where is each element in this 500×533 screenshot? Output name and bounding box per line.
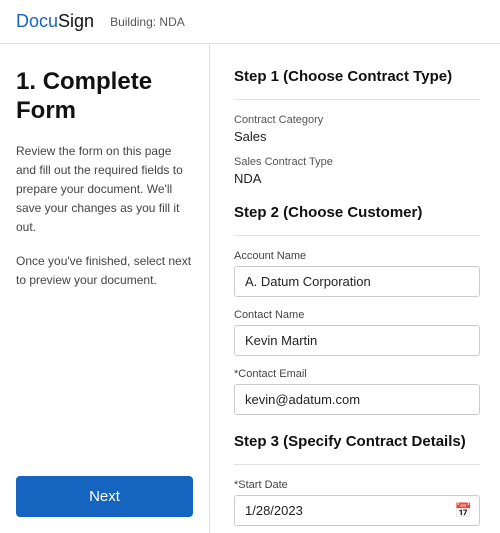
start-date-group: *Start Date 📅 — [234, 479, 480, 526]
contact-name-group: Contact Name — [234, 309, 480, 356]
left-panel: 1. Complete Form Review the form on this… — [0, 44, 210, 533]
contact-name-input[interactable] — [234, 325, 480, 356]
contract-category-value: Sales — [234, 129, 480, 144]
contact-email-group: *Contact Email — [234, 368, 480, 415]
start-date-label: *Start Date — [234, 479, 480, 491]
step2-divider — [234, 235, 480, 236]
account-name-input[interactable] — [234, 266, 480, 297]
left-panel-content: 1. Complete Form Review the form on this… — [16, 68, 193, 304]
sales-contract-type-label: Sales Contract Type — [234, 156, 480, 168]
contact-name-label: Contact Name — [234, 309, 480, 321]
start-date-input[interactable] — [234, 495, 480, 526]
app-header: DocuSign Building: NDA — [0, 0, 500, 44]
contract-category-label: Contract Category — [234, 114, 480, 126]
main-layout: 1. Complete Form Review the form on this… — [0, 44, 500, 533]
step2-section: Step 2 (Choose Customer) Account Name Co… — [234, 204, 480, 415]
step-number: 1. — [16, 68, 36, 95]
step3-divider — [234, 464, 480, 465]
sales-contract-type-value: NDA — [234, 171, 480, 186]
header-subtitle: Building: NDA — [110, 15, 185, 29]
step2-heading: Step 2 (Choose Customer) — [234, 204, 480, 221]
step1-divider — [234, 99, 480, 100]
step-description-1: Review the form on this page and fill ou… — [16, 142, 193, 238]
contact-email-label: *Contact Email — [234, 368, 480, 380]
step1-heading: Step 1 (Choose Contract Type) — [234, 68, 480, 85]
step-title: 1. Complete Form — [16, 68, 193, 126]
account-name-group: Account Name — [234, 250, 480, 297]
account-name-label: Account Name — [234, 250, 480, 262]
date-input-wrapper: 📅 — [234, 495, 480, 526]
contact-email-input[interactable] — [234, 384, 480, 415]
step-description-2: Once you've finished, select next to pre… — [16, 252, 193, 290]
right-panel: Step 1 (Choose Contract Type) Contract C… — [210, 44, 500, 533]
docusign-logo: DocuSign — [16, 11, 94, 32]
step3-heading: Step 3 (Specify Contract Details) — [234, 433, 480, 450]
next-button[interactable]: Next — [16, 476, 193, 517]
step-title-text: Complete Form — [16, 68, 152, 124]
step1-section: Step 1 (Choose Contract Type) Contract C… — [234, 68, 480, 186]
step3-section: Step 3 (Specify Contract Details) *Start… — [234, 433, 480, 526]
logo-text: DocuSign — [16, 11, 94, 32]
